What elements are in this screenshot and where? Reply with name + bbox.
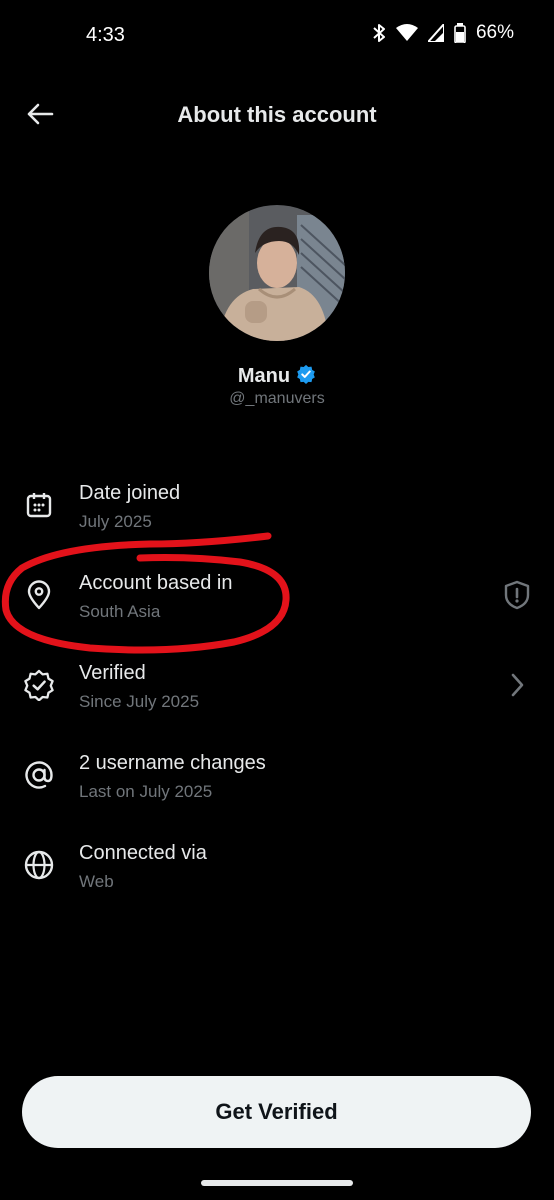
at-sign-icon xyxy=(22,758,56,792)
info-title: Connected via xyxy=(79,842,207,864)
battery-icon xyxy=(454,23,466,43)
verified-outline-icon xyxy=(22,668,56,702)
info-subtitle: Last on July 2025 xyxy=(79,782,213,801)
wifi-icon xyxy=(395,24,418,42)
location-pin-icon xyxy=(22,578,56,612)
info-row-date-joined: Date joined July 2025 xyxy=(0,470,554,560)
info-row-username-changes: 2 username changes Last on July 2025 xyxy=(0,740,554,830)
status-bar: 4:33 66% xyxy=(0,0,554,72)
info-title: Date joined xyxy=(79,482,181,504)
profile-name-row: Manu xyxy=(0,364,554,389)
info-title: Verified xyxy=(79,662,146,684)
status-time: 4:33 xyxy=(86,24,125,46)
signal-icon xyxy=(427,24,444,42)
info-row-verified[interactable]: Verified Since July 2025 xyxy=(0,650,554,740)
verified-badge-icon xyxy=(296,364,316,389)
info-subtitle: July 2025 xyxy=(79,512,152,531)
info-title: 2 username changes xyxy=(79,752,266,774)
info-subtitle: Web xyxy=(79,872,114,891)
avatar[interactable] xyxy=(209,205,345,341)
info-list: Date joined July 2025 Account based in S… xyxy=(0,470,554,920)
page-title: About this account xyxy=(177,102,377,127)
calendar-icon xyxy=(22,488,56,522)
header: About this account xyxy=(0,92,554,140)
info-row-connected-via: Connected via Web xyxy=(0,830,554,920)
info-row-account-based-in: Account based in South Asia xyxy=(0,560,554,650)
status-icons: 66% xyxy=(372,22,514,44)
home-indicator[interactable] xyxy=(201,1180,353,1186)
info-subtitle: Since July 2025 xyxy=(79,692,200,711)
shield-alert-icon[interactable] xyxy=(500,578,534,612)
bluetooth-icon xyxy=(372,23,386,43)
get-verified-button[interactable]: Get Verified xyxy=(22,1076,531,1148)
chevron-right-icon[interactable] xyxy=(500,668,534,702)
info-subtitle: South Asia xyxy=(79,602,161,621)
profile-handle[interactable]: @_manuvers xyxy=(0,390,554,408)
info-title: Account based in xyxy=(79,572,233,594)
profile-name: Manu xyxy=(237,365,291,387)
globe-icon xyxy=(22,848,56,882)
battery-level: 66% xyxy=(475,22,514,43)
